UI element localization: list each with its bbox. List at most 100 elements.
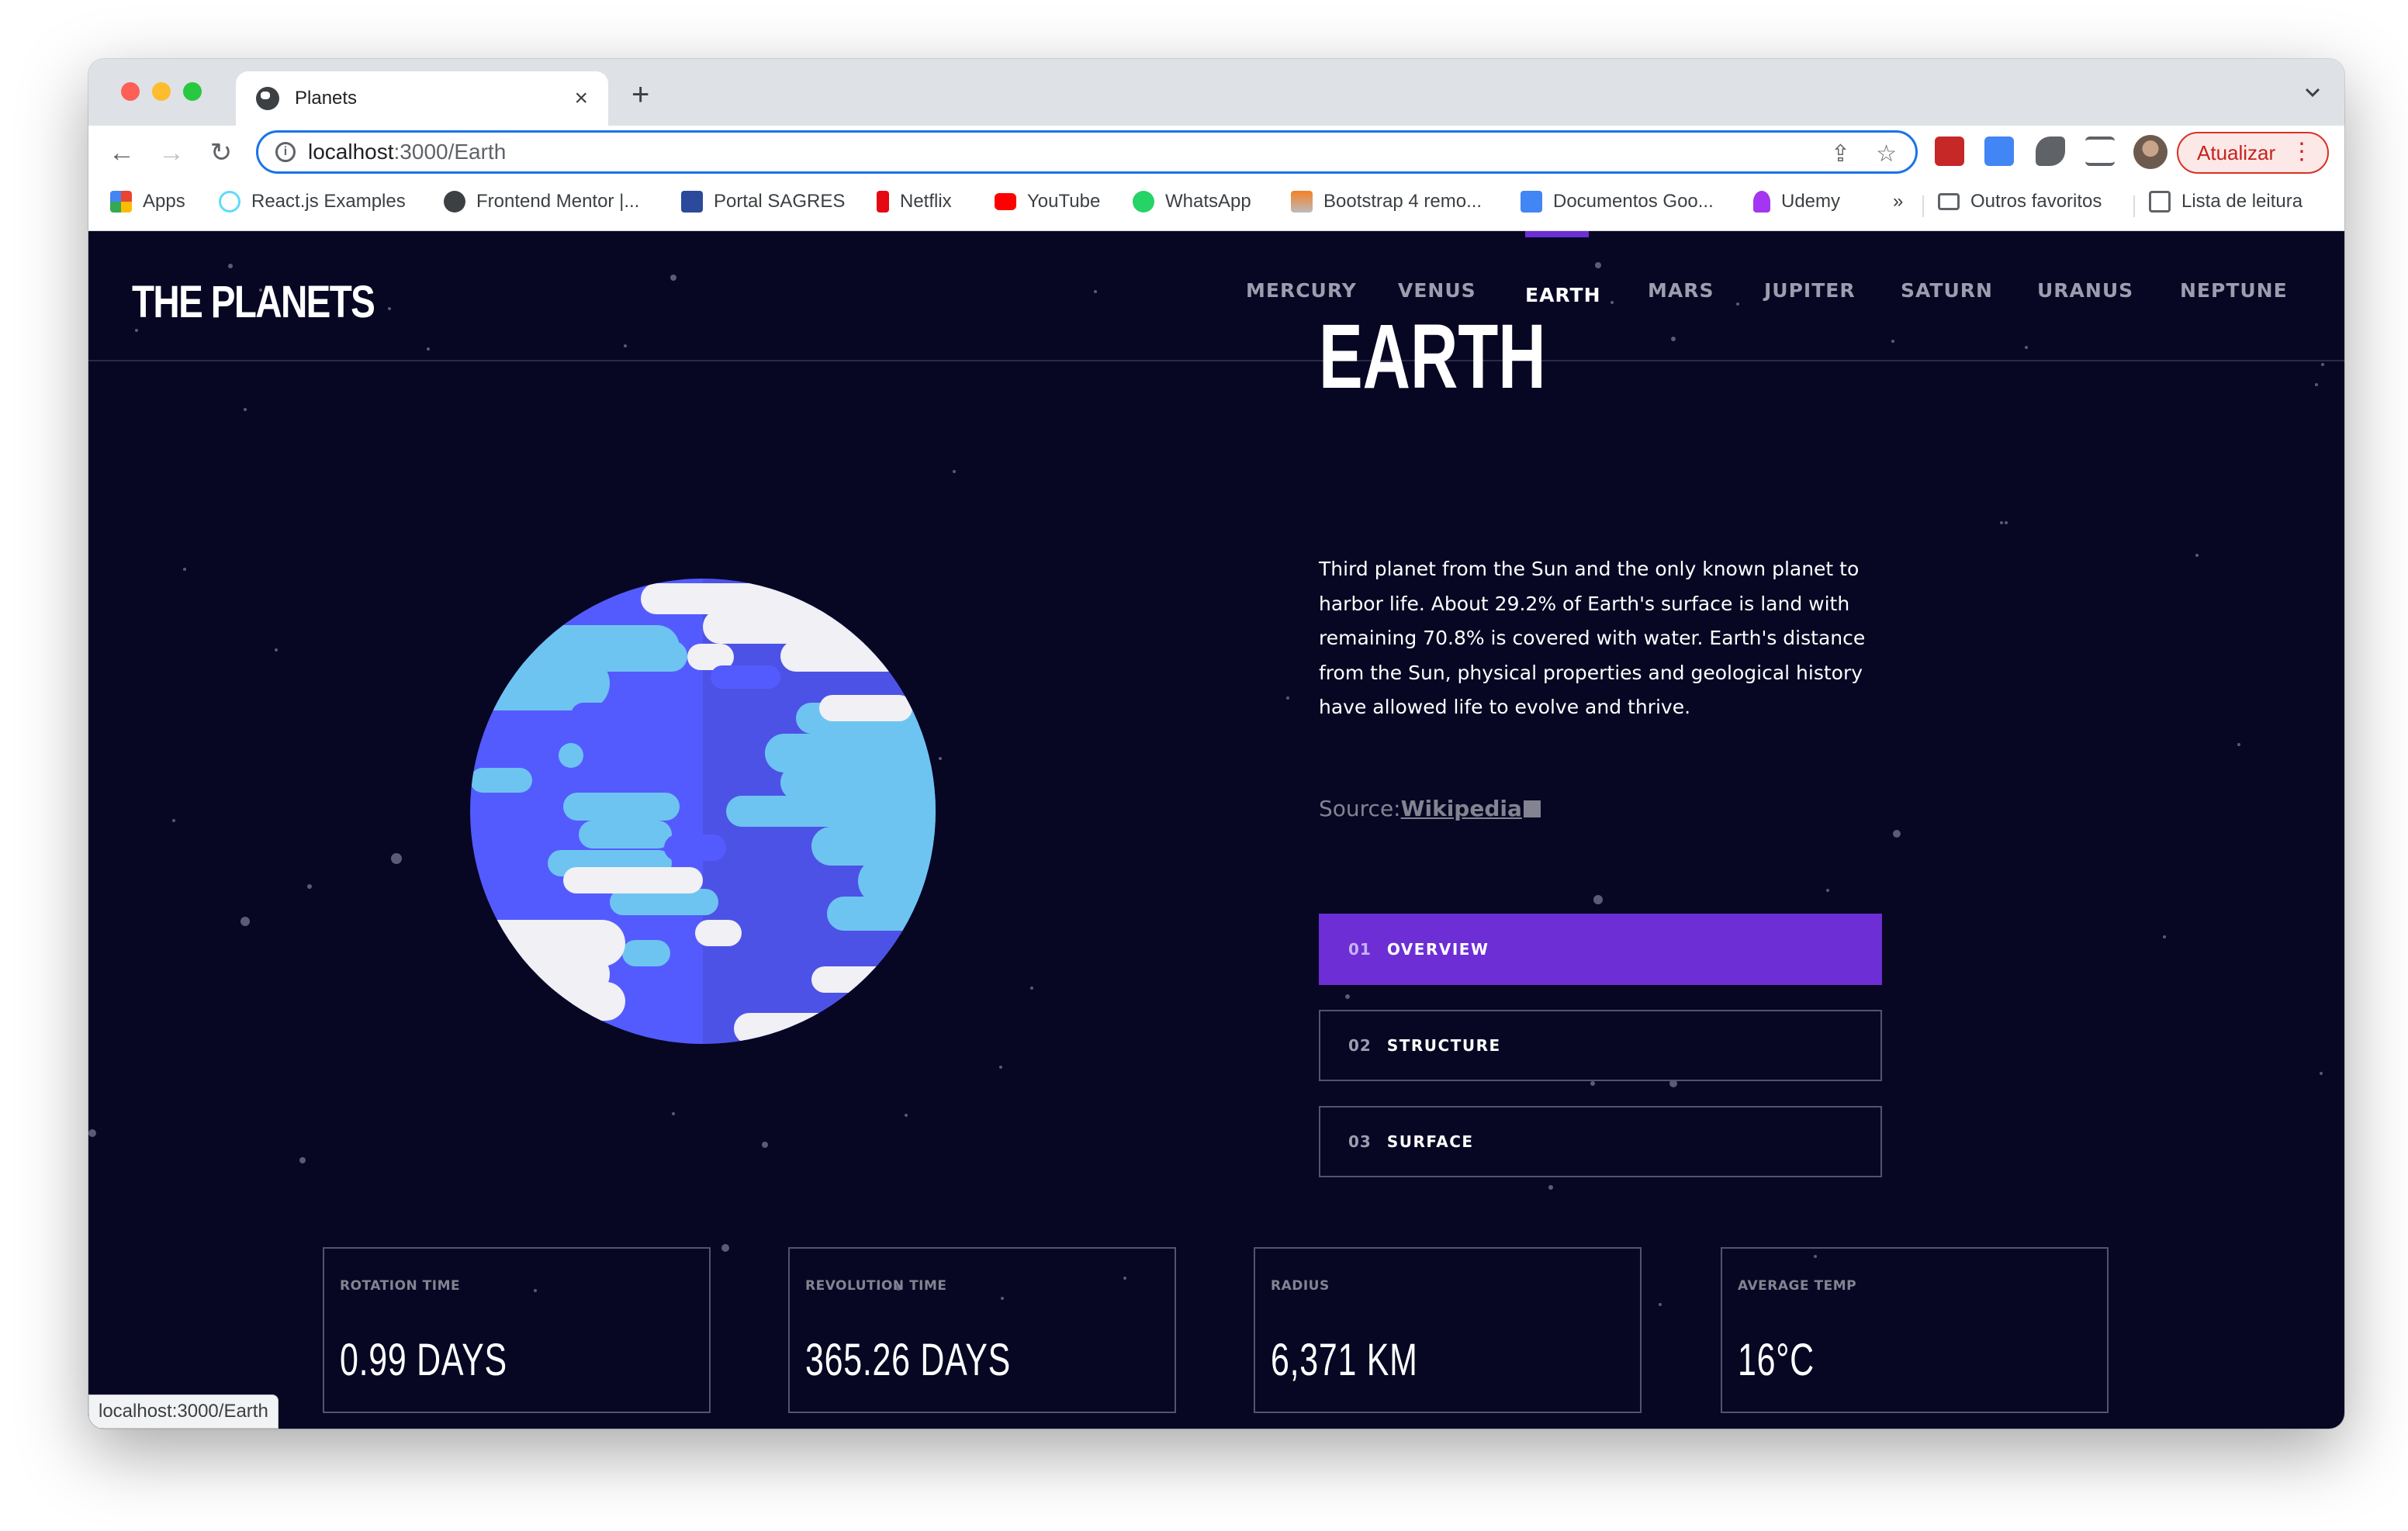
star-dot [905,1114,908,1117]
nav-jupiter[interactable]: JUPITER [1764,279,1856,302]
planets-site: THE PLANETS MERCURY VENUS EARTH MARS JUP… [88,231,2344,1429]
site-header: THE PLANETS MERCURY VENUS EARTH MARS JUP… [88,231,2344,361]
star-dot [1826,889,1829,892]
nav-neptune[interactable]: NEPTUNE [2180,279,2288,302]
site-logo[interactable]: THE PLANETS [132,276,375,328]
frontend-mentor-icon [444,191,465,213]
netflix-icon [877,191,889,213]
profile-avatar[interactable] [2133,135,2168,169]
bookmark-whatsapp[interactable]: WhatsApp [1133,191,1251,213]
planet-title: EARTH [1319,306,1546,408]
star-dot [307,884,312,889]
sagres-icon [681,191,703,213]
bookmarks-bar: Apps React.js Examples Frontend Mentor |… [88,180,2344,231]
address-bar[interactable]: i localhost:3000/Earth ⇪ ☆ [256,130,1918,174]
apps-grid-icon [110,191,132,213]
bookmark-apps[interactable]: Apps [110,191,185,213]
star-dot [953,470,956,473]
star-dot [721,1244,729,1252]
stat-rotation-time: ROTATION TIME 0.99 DAYS [323,1247,711,1413]
planet-description: Third planet from the Sun and the only k… [1319,558,1866,718]
star-dot [1593,895,1603,904]
star-dot [183,568,186,571]
star-dot [2163,935,2166,938]
star-dot [2237,743,2240,746]
star-dot [999,1066,1002,1069]
nav-uranus[interactable]: URANUS [2037,279,2133,302]
forward-arrow-icon[interactable]: → [154,135,189,171]
external-link-icon [1523,800,1541,817]
bookmark-frontend-mentor[interactable]: Frontend Mentor |... [444,191,639,213]
bookmarks-divider [2133,195,2135,217]
bookmark-netflix[interactable]: Netflix [877,191,952,213]
extension-red-icon[interactable] [1935,137,1964,166]
star-dot [2195,554,2199,557]
media-control-icon[interactable] [2085,137,2115,166]
star-dot [1286,696,1289,700]
surface-button[interactable]: 03 SURFACE [1319,1106,1882,1177]
new-tab-button[interactable]: + [631,79,649,110]
bookmark-portal-sagres[interactable]: Portal SAGRES [681,191,845,213]
nav-venus[interactable]: VENUS [1398,279,1476,302]
stat-radius: RADIUS 6,371 KM [1254,1247,1642,1413]
tab-strip: Planets × + [88,59,2344,126]
site-info-icon[interactable]: i [275,142,296,162]
more-bookmarks-button[interactable]: » [1893,191,1903,213]
close-window-button[interactable] [121,82,140,101]
share-icon[interactable]: ⇪ [1831,140,1850,168]
bookmark-youtube[interactable]: YouTube [995,191,1100,213]
bookmark-react-examples[interactable]: React.js Examples [219,191,406,213]
active-nav-indicator [1525,231,1589,237]
star-dot [275,648,278,651]
star-dot [172,819,175,822]
nav-mars[interactable]: MARS [1648,279,1714,302]
bookmark-star-icon[interactable]: ☆ [1876,140,1897,168]
nav-mercury[interactable]: MERCURY [1246,279,1357,302]
reload-icon[interactable]: ↻ [203,135,239,171]
more-menu-icon[interactable]: ⋮ [2290,138,2313,166]
back-arrow-icon[interactable]: ← [104,135,140,171]
bookmark-other-favorites[interactable]: Outros favoritos [1938,191,2102,213]
minimize-window-button[interactable] [152,82,171,101]
nav-saturn[interactable]: SATURN [1901,279,1993,302]
star-dot [939,757,942,760]
browser-tab[interactable]: Planets × [236,71,608,126]
tab-search-chevron-icon[interactable] [2304,84,2321,101]
structure-button[interactable]: 02 STRUCTURE [1319,1010,1882,1081]
puzzle-extensions-icon[interactable] [2036,137,2065,166]
tab-title: Planets [295,88,358,109]
source-line: Source:Wikipedia [1319,796,1541,821]
status-bar-url: localhost:3000/Earth [88,1394,279,1429]
star-dot [299,1157,306,1163]
star-dot [2320,1072,2323,1075]
udemy-icon [1753,191,1770,213]
star-dot [2315,383,2318,386]
update-button[interactable]: Atualizar ⋮ [2177,132,2329,174]
star-dot [391,853,402,864]
star-dot [2321,363,2324,366]
nav-earth[interactable]: EARTH [1525,284,1601,306]
overview-button[interactable]: 01 OVERVIEW [1319,914,1882,985]
folder-icon [1938,193,1960,210]
star-dot [1345,994,1350,999]
maximize-window-button[interactable] [183,82,202,101]
react-icon [219,191,240,213]
wikipedia-link[interactable]: Wikipedia [1401,796,1522,821]
earth-planet-illustration [470,579,936,1044]
bookmark-bootstrap[interactable]: Bootstrap 4 remo... [1291,191,1482,213]
youtube-icon [995,193,1016,210]
bookmark-udemy[interactable]: Udemy [1753,191,1840,213]
bookmark-google-docs[interactable]: Documentos Goo... [1521,191,1714,213]
star-dot [1030,987,1033,990]
close-tab-icon[interactable]: × [574,87,588,110]
url-text: localhost:3000/Earth [308,140,507,164]
star-dot [1590,1081,1595,1086]
browser-toolbar: ← → ↻ i localhost:3000/Earth ⇪ ☆ Atualiz… [88,126,2344,180]
google-translate-icon[interactable] [1984,137,2014,166]
star-dot [1659,1303,1662,1306]
globe-icon [256,87,279,110]
bookmarks-divider [1922,195,1924,217]
reading-list-icon [2149,191,2171,213]
reading-list-button[interactable]: Lista de leitura [2149,191,2302,213]
stat-average-temp: AVERAGE TEMP 16°C [1721,1247,2109,1413]
